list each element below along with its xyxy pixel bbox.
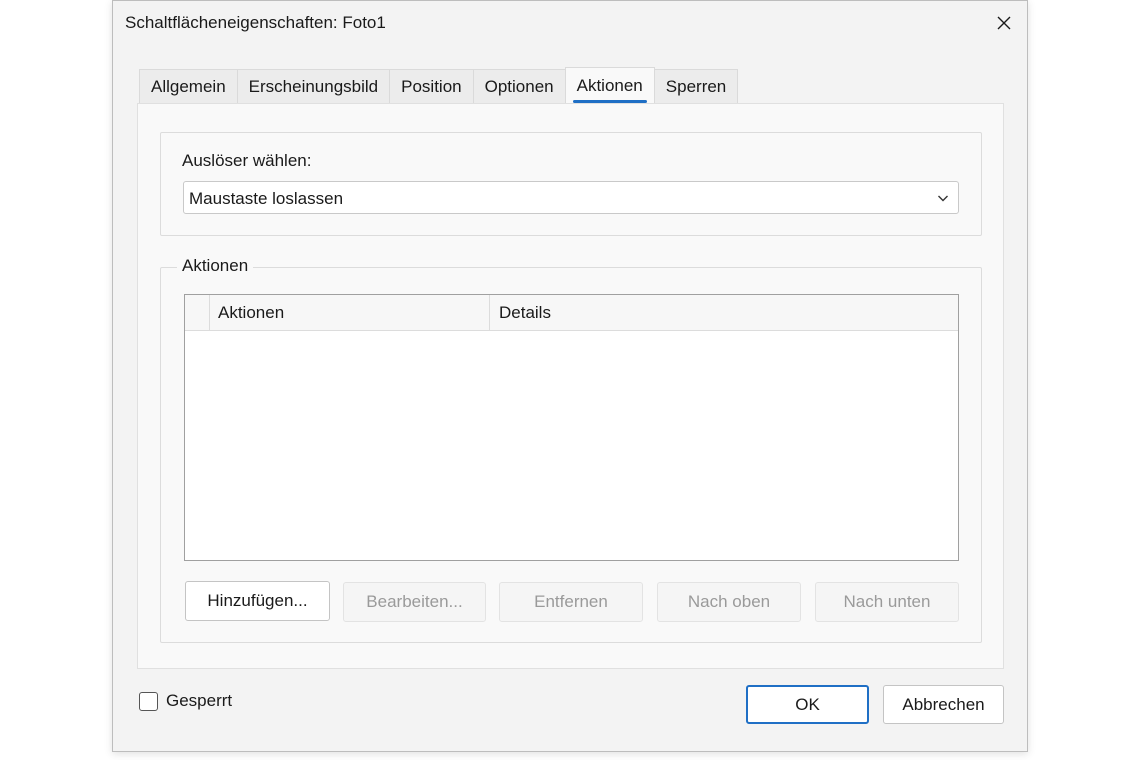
list-body[interactable] <box>185 331 958 560</box>
column-header-label: Details <box>499 303 551 322</box>
locked-label: Gesperrt <box>166 691 233 710</box>
tab-panel-aktionen: Auslöser wählen: Maustaste loslassen Akt… <box>137 103 1004 669</box>
actions-list[interactable]: Aktionen Details <box>184 294 959 561</box>
tab-aktionen[interactable]: Aktionen <box>564 67 655 103</box>
title-bar: Schaltflächeneigenschaften: Foto1 <box>113 1 1027 45</box>
close-button[interactable] <box>981 1 1027 45</box>
trigger-label: Auslöser wählen: <box>182 151 312 170</box>
list-header: Aktionen Details <box>185 295 958 331</box>
ok-button[interactable]: OK <box>746 685 869 724</box>
tab-strip: Allgemein Erscheinungsbild Position Opti… <box>139 67 739 104</box>
tab-label: Erscheinungsbild <box>248 77 379 96</box>
locked-checkbox-row[interactable]: Gesperrt <box>139 691 232 711</box>
tab-sperren[interactable]: Sperren <box>653 69 739 104</box>
tab-label: Aktionen <box>576 75 643 95</box>
locked-checkbox[interactable] <box>139 691 158 711</box>
tab-erscheinungsbild[interactable]: Erscheinungsbild <box>236 69 391 104</box>
move-up-button: Nach oben <box>657 582 801 622</box>
tab-label: Allgemein <box>151 77 226 96</box>
column-header-select <box>185 295 210 331</box>
edit-button: Bearbeiten... <box>343 582 486 622</box>
trigger-group: Auslöser wählen: Maustaste loslassen <box>160 132 982 236</box>
column-header-details[interactable]: Details <box>490 295 958 331</box>
actions-group: Aktionen Aktionen Details Hinzufügen... … <box>160 256 982 643</box>
column-header-actions[interactable]: Aktionen <box>210 295 490 331</box>
tab-label: Sperren <box>665 77 727 96</box>
properties-dialog: Schaltflächeneigenschaften: Foto1 Allgem… <box>112 0 1028 752</box>
trigger-select[interactable]: Maustaste loslassen <box>183 181 959 214</box>
tab-allgemein[interactable]: Allgemein <box>139 69 238 104</box>
tab-label: Optionen <box>484 77 554 96</box>
trigger-select-value: Maustaste loslassen <box>189 189 344 208</box>
chevron-down-icon <box>938 195 948 202</box>
move-down-button: Nach unten <box>815 582 959 622</box>
remove-button: Entfernen <box>499 582 643 622</box>
actions-group-label: Aktionen <box>177 256 254 276</box>
tab-label: Position <box>401 77 462 96</box>
add-button[interactable]: Hinzufügen... <box>185 581 330 621</box>
column-header-label: Aktionen <box>218 303 285 322</box>
tab-position[interactable]: Position <box>389 69 474 104</box>
tab-optionen[interactable]: Optionen <box>472 69 566 104</box>
close-icon <box>997 16 1011 30</box>
cancel-button[interactable]: Abbrechen <box>883 685 1004 724</box>
dialog-title: Schaltflächeneigenschaften: Foto1 <box>125 13 386 32</box>
